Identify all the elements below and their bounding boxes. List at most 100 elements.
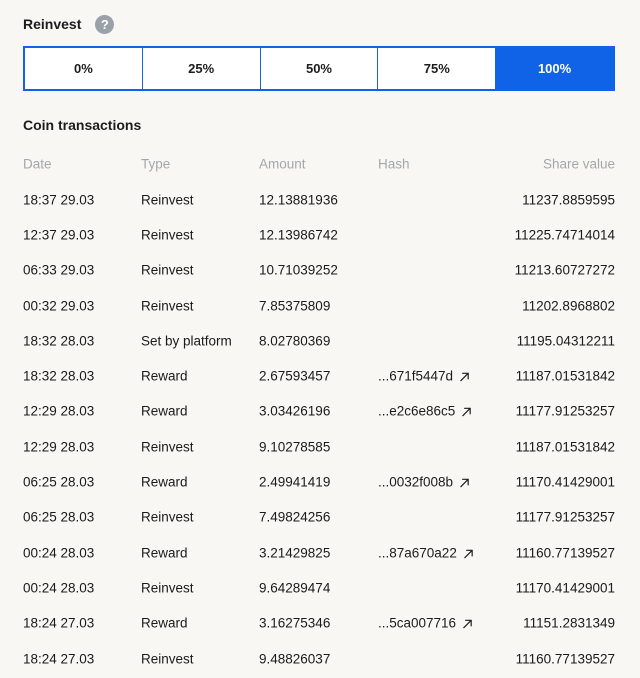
cell-type: Reward (141, 545, 188, 561)
cell-amount: 12.13986742 (259, 227, 338, 243)
reinvest-option-25-percent[interactable]: 25% (143, 48, 261, 89)
hash-link[interactable]: ...671f5447d (378, 369, 470, 384)
cell-amount: 3.21429825 (259, 545, 331, 561)
reinvest-percentage-selector: 0% 25% 50% 75% 100% (23, 46, 615, 91)
cell-date: 06:25 28.03 (23, 509, 95, 525)
table-row: 18:24 27.03 Reinvest 9.48826037 11160.77139… (23, 641, 615, 676)
table-row: 12:29 28.03 Reinvest 9.10278585 11187.01531… (23, 429, 615, 464)
table-row: 12:37 29.03 Reinvest 12.13986742 11225.7471… (23, 217, 615, 252)
cell-date: 00:24 28.03 (23, 545, 95, 561)
reinvest-option-50-percent[interactable]: 50% (261, 48, 379, 89)
table-row: 12:29 28.03 Reward 3.03426196 ...e2c6e86c5 1… (23, 394, 615, 429)
cell-amount: 2.49941419 (259, 474, 331, 490)
cell-type: Reward (141, 474, 188, 490)
table-row: 06:33 29.03 Reinvest 10.71039252 11213.6072… (23, 253, 615, 288)
cell-share-value: 11170.41429001 (515, 474, 615, 490)
cell-amount: 7.85375809 (259, 298, 331, 314)
cell-amount: 9.10278585 (259, 439, 331, 455)
cell-amount: 3.03426196 (259, 403, 331, 419)
hash-link[interactable]: ...5ca007716 (378, 616, 473, 631)
cell-share-value: 11160.77139527 (515, 651, 615, 666)
cell-amount: 12.13881936 (259, 192, 338, 208)
cell-type: Reinvest (141, 651, 194, 666)
hash-text: ...87a670a22 (378, 545, 457, 561)
cell-share-value: 11151.2831349 (523, 615, 615, 631)
reinvest-option-0-percent[interactable]: 0% (25, 48, 143, 89)
table-body: 18:37 29.03 Reinvest 12.13881936 11237.8859… (23, 182, 615, 676)
arrow-up-right-icon (459, 371, 470, 382)
cell-date: 18:32 28.03 (23, 333, 95, 349)
cell-type: Reward (141, 368, 188, 384)
cell-amount: 8.02780369 (259, 333, 331, 349)
cell-date: 12:29 28.03 (23, 403, 95, 419)
hash-text: ...5ca007716 (378, 615, 457, 631)
reinvest-option-75-percent[interactable]: 75% (378, 48, 497, 89)
cell-share-value: 11177.91253257 (515, 509, 615, 525)
question-circle-icon[interactable]: ? (95, 14, 115, 34)
cell-type: Reinvest (141, 580, 194, 596)
cell-share-value: 11195.04312211 (516, 333, 615, 349)
transactions-table: Date Type Amount Hash Share value 18:37 … (23, 146, 615, 676)
coin-transactions-title: Coin transactions (23, 117, 142, 133)
cell-date: 06:25 28.03 (23, 474, 95, 490)
reinvest-header: Reinvest ? (23, 13, 115, 35)
cell-share-value: 11187.01531842 (515, 439, 615, 455)
cell-share-value: 11187.01531842 (515, 368, 615, 384)
table-row: 06:25 28.03 Reinvest 7.49824256 11177.91253… (23, 500, 615, 535)
hash-link[interactable]: ...87a670a22 (378, 545, 474, 560)
cell-type: Reinvest (141, 227, 194, 243)
table-header: Date Type Amount Hash Share value (23, 146, 615, 182)
cell-type: Reward (141, 403, 188, 419)
reinvest-title: Reinvest (23, 16, 82, 32)
cell-type: Set by platform (141, 333, 232, 349)
cell-date: 18:32 28.03 (23, 368, 95, 384)
arrow-up-right-icon (463, 547, 474, 558)
cell-type: Reinvest (141, 439, 194, 455)
table-row: 00:24 28.03 Reinvest 9.64289474 11170.41429… (23, 570, 615, 605)
cell-date: 00:32 29.03 (23, 298, 95, 314)
hash-link[interactable]: ...0032f008b (378, 475, 470, 490)
hash-text: ...671f5447d (378, 368, 454, 384)
page: Reinvest ? 0% 25% 50% 75% 100% Coin transact… (0, 0, 640, 678)
column-header-hash: Hash (378, 156, 410, 172)
column-header-share-value: Share value (542, 156, 615, 172)
cell-share-value: 11202.8968802 (522, 298, 615, 314)
hash-link[interactable]: ...e2c6e86c5 (378, 404, 472, 419)
cell-amount: 3.16275346 (259, 615, 331, 631)
cell-share-value: 11225.74714014 (514, 227, 615, 243)
table-row: 18:32 28.03 Reward 2.67593457 ...671f5447d 1… (23, 358, 615, 393)
cell-share-value: 11160.77139527 (515, 545, 615, 561)
cell-type: Reward (141, 615, 188, 631)
column-header-date: Date (23, 156, 52, 172)
table-row: 18:37 29.03 Reinvest 12.13881936 11237.8859… (23, 182, 615, 217)
cell-share-value: 11177.91253257 (515, 403, 615, 419)
table-row: 00:32 29.03 Reinvest 7.85375809 11202.89688… (23, 288, 615, 323)
arrow-up-right-icon (459, 477, 470, 488)
cell-share-value: 11170.41429001 (515, 580, 615, 596)
cell-type: Reinvest (141, 298, 194, 314)
column-header-amount: Amount (259, 156, 306, 172)
cell-amount: 2.67593457 (259, 368, 331, 384)
cell-date: 18:24 27.03 (23, 615, 95, 631)
cell-amount: 7.49824256 (259, 509, 331, 525)
cell-date: 06:33 29.03 (23, 262, 95, 278)
cell-type: Reinvest (141, 262, 194, 278)
column-header-type: Type (141, 156, 171, 172)
table-row: 00:24 28.03 Reward 3.21429825 ...87a670a22 1… (23, 535, 615, 570)
cell-date: 12:37 29.03 (23, 227, 95, 243)
reinvest-option-100-percent[interactable]: 100% (496, 48, 613, 89)
table-row: 18:32 28.03 Set by platform 8.02780369 1119… (23, 323, 615, 358)
cell-type: Reinvest (141, 509, 194, 525)
cell-amount: 10.71039252 (259, 262, 338, 278)
table-row: 06:25 28.03 Reward 2.49941419 ...0032f008b 1… (23, 464, 615, 499)
cell-date: 00:24 28.03 (23, 580, 95, 596)
table-row: 18:24 27.03 Reward 3.16275346 ...5ca007716 1… (23, 606, 615, 641)
cell-date: 18:24 27.03 (23, 651, 95, 666)
cell-date: 12:29 28.03 (23, 439, 95, 455)
hash-text: ...0032f008b (378, 474, 454, 490)
arrow-up-right-icon (462, 618, 473, 629)
cell-amount: 9.64289474 (259, 580, 331, 596)
arrow-up-right-icon (461, 406, 472, 417)
cell-type: Reinvest (141, 192, 194, 208)
cell-amount: 9.48826037 (259, 651, 331, 666)
